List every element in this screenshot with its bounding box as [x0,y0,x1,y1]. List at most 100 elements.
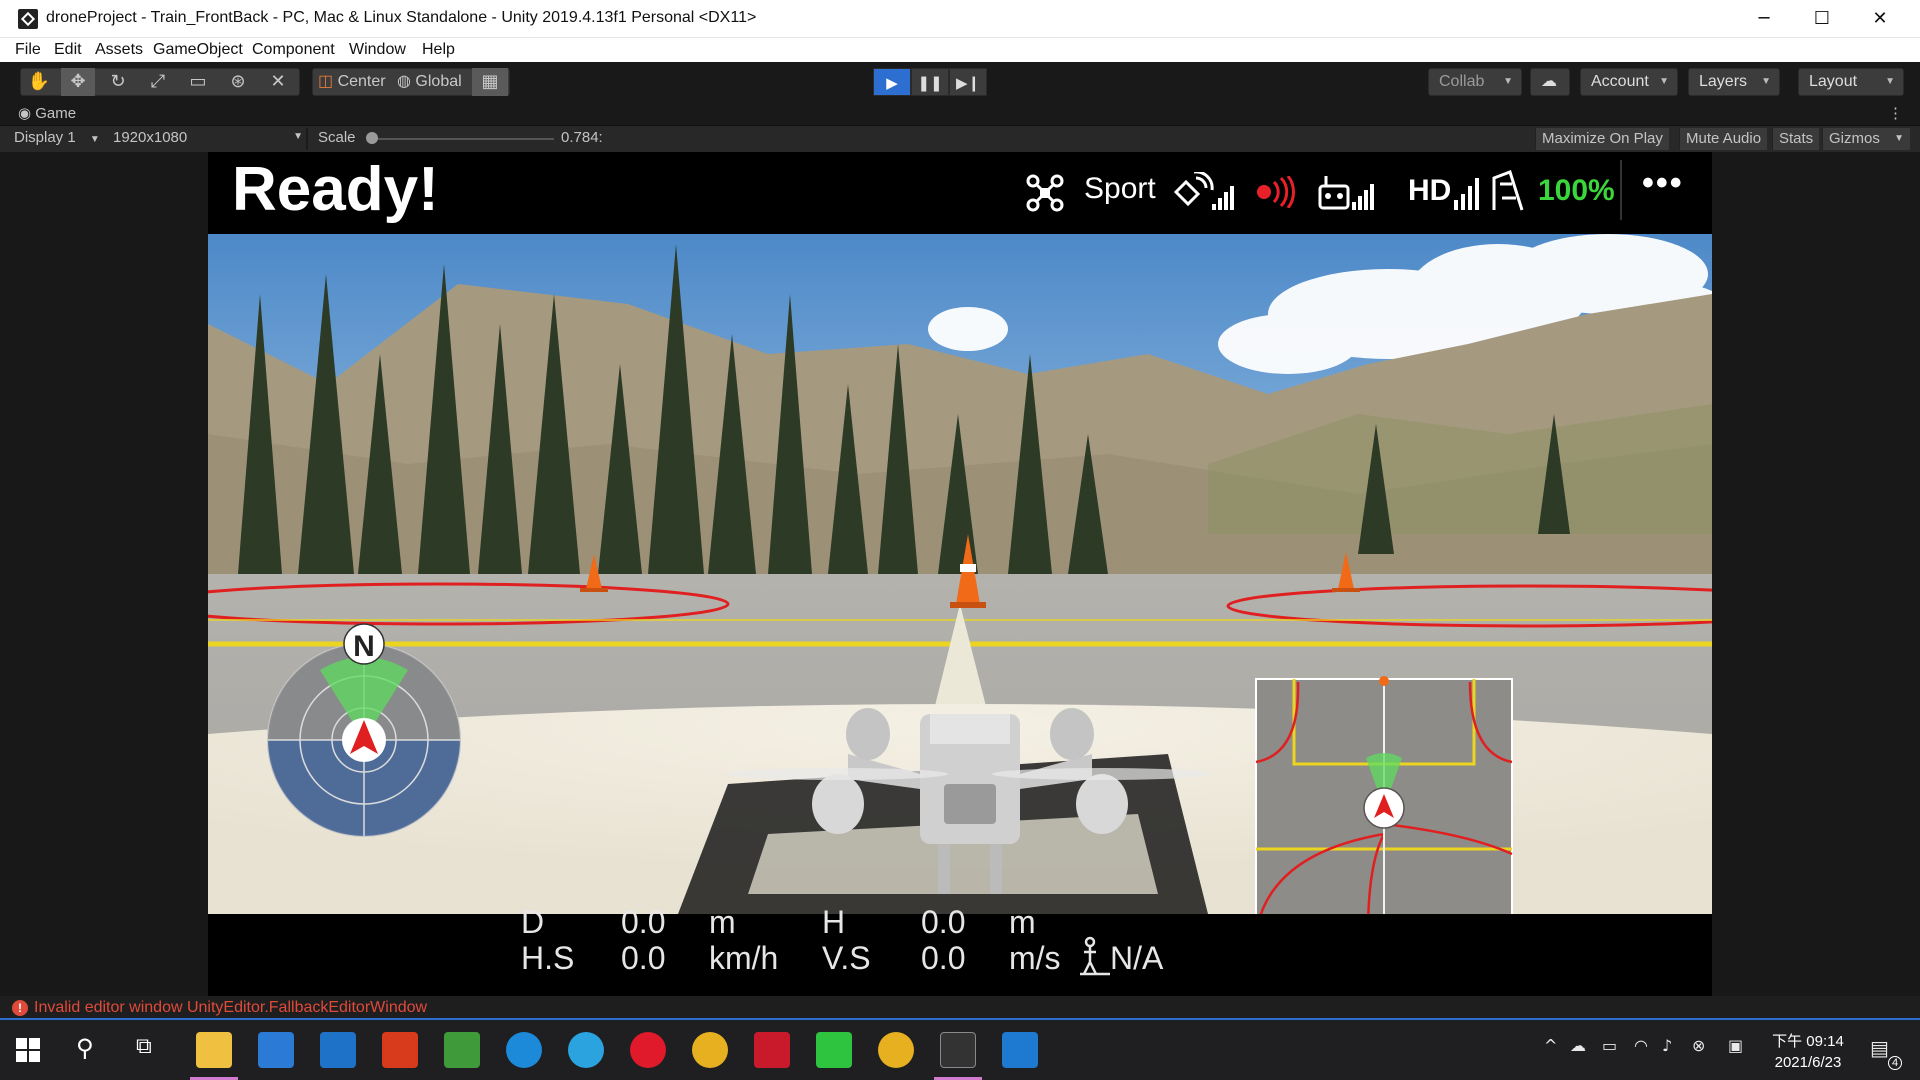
grid-snap-icon[interactable]: ▦ [472,68,508,96]
minimize-button[interactable]: ─ [1735,0,1793,38]
account-dropdown[interactable]: Account ▼ [1580,68,1678,96]
error-icon: ! [12,1000,28,1016]
console-status-bar[interactable]: ! Invalid editor window UnityEditor.Fall… [0,996,1920,1020]
play-button[interactable]: ▶ [873,68,911,96]
windows-start-icon[interactable] [16,1038,40,1062]
vision-positioning-value: N/A [1110,940,1164,976]
rect-tool-icon[interactable]: ▭ [181,68,215,96]
collab-dropdown[interactable]: Collab ▼ [1428,68,1522,96]
display-dropdown[interactable]: Display 1 ▼ [14,129,100,146]
disconnected-icon[interactable]: ⊗ [1692,1036,1705,1055]
scale-slider-track[interactable] [368,138,554,140]
input-method-icon[interactable]: ▣ [1728,1036,1743,1055]
spreadsheet-icon[interactable] [444,1032,480,1068]
notification-icon[interactable]: ▤ [1870,1036,1889,1060]
tray-chevron-icon[interactable]: ^ [1544,1036,1557,1055]
console-error-message[interactable]: Invalid editor window UnityEditor.Fallba… [34,999,427,1017]
divider [306,128,308,150]
office-icon[interactable] [382,1032,418,1068]
scale-slider-thumb[interactable] [366,132,378,144]
satellite-signal-icon [1173,172,1234,210]
edge-browser-icon[interactable] [506,1032,542,1068]
maximize-on-play-toggle[interactable]: Maximize On Play [1535,128,1669,150]
gizmos-label: Gizmos [1829,130,1880,147]
windows-taskbar: ⚲ ⧉ ^ ☁ ▭ ◠ ♪ ⊗ ▣ 下午 09:14 2021/6/23 ▤ 4 [0,1020,1920,1080]
move-tool-icon[interactable]: ✥ [61,68,95,96]
mail-icon[interactable] [320,1032,356,1068]
resolution-dropdown[interactable]: 1920x1080 ▼ [113,129,303,146]
maximize-button[interactable]: ☐ [1793,0,1851,38]
gizmos-dropdown[interactable]: Gizmos ▼ [1822,128,1910,150]
horizontal-speed-unit: km/h [709,940,779,976]
editor-toolbar: ✋ ✥ ↻ ⤢ ▭ ⊛ ✕ ◫ Center ◍ Global ▦ ▶ ❚❚ ▶… [0,62,1920,102]
hand-tool-icon[interactable]: ✋ [22,68,56,96]
pivot-center-button[interactable]: ◫ Center [314,68,388,96]
compass-north-label: N [353,630,375,663]
tab-menu-icon[interactable]: ⋮ [1888,104,1903,122]
wifi-icon[interactable]: ◠ [1634,1036,1648,1055]
transform-tool-icon[interactable]: ⊛ [221,68,255,96]
vscode-icon[interactable] [1002,1032,1038,1068]
signal-alert-icon [1257,176,1295,208]
pivot-label: Center [337,73,386,90]
globe-icon: ◍ [397,73,411,90]
clock-date[interactable]: 2021/6/23 [1768,1054,1848,1071]
vision-positioning-icon [1080,936,1110,976]
telegram-icon[interactable] [568,1032,604,1068]
clock-time[interactable]: 下午 09:14 [1768,1030,1848,1051]
menu-help[interactable]: Help [422,41,455,59]
mute-audio-toggle[interactable]: Mute Audio [1679,128,1768,150]
scale-tool-icon[interactable]: ⤢ [141,68,175,96]
flight-mode: Sport [1084,172,1156,205]
chrome-icon[interactable] [878,1032,914,1068]
hd-label: HD [1408,174,1452,207]
tab-game[interactable]: ◉ Game [18,104,76,122]
remote-controller-icon [1318,176,1374,210]
search-icon[interactable]: ⚲ [76,1034,94,1062]
scene-view: N [208,234,1712,914]
menu-assets[interactable]: Assets [95,41,143,59]
store-icon[interactable] [258,1032,294,1068]
custom-tool-icon[interactable]: ✕ [261,68,295,96]
stats-toggle[interactable]: Stats [1772,128,1820,150]
pause-button[interactable]: ❚❚ [911,68,949,96]
layout-label: Layout [1809,73,1858,90]
opera-icon[interactable] [630,1032,666,1068]
volume-icon[interactable]: ♪ [1662,1036,1672,1055]
menu-bar: File Edit Assets GameObject Component Wi… [0,38,1920,62]
task-view-icon[interactable]: ⧉ [136,1034,152,1059]
menu-edit[interactable]: Edit [54,41,82,59]
onedrive-icon[interactable]: ☁ [1570,1036,1586,1055]
account-label: Account [1591,73,1649,90]
cloud-button[interactable]: ☁ [1530,68,1570,96]
global-button[interactable]: ◍ Global [393,68,471,96]
game-render[interactable]: Ready! Sport HD 100% ••• N D 0.0 m H 0.0… [208,152,1712,996]
menu-gameobject[interactable]: GameObject [153,41,243,59]
chevron-down-icon: ▼ [1761,76,1771,87]
layers-dropdown[interactable]: Layers ▼ [1688,68,1780,96]
menu-component[interactable]: Component [252,41,335,59]
unity-taskbar-icon[interactable] [940,1032,976,1068]
menu-window[interactable]: Window [349,41,406,59]
close-button[interactable]: ✕ [1851,0,1909,38]
layout-dropdown[interactable]: Layout ▼ [1798,68,1904,96]
menu-file[interactable]: File [15,41,41,59]
rotate-tool-icon[interactable]: ↻ [101,68,135,96]
distance-value: 0.0 [621,904,666,940]
step-button[interactable]: ▶❙ [949,68,987,96]
minimap [1255,676,1513,914]
file-explorer-icon[interactable] [196,1032,232,1068]
garena-icon[interactable] [754,1032,790,1068]
line-app-icon[interactable] [816,1032,852,1068]
chevron-down-icon: ▼ [1894,133,1904,144]
battery-percent: 100% [1538,174,1615,207]
chevron-down-icon: ▼ [1659,76,1669,87]
cloud-icon: ☁ [1541,73,1557,90]
chrome-icon[interactable] [692,1032,728,1068]
battery-icon[interactable]: ▭ [1602,1036,1617,1055]
chevron-down-icon: ▼ [89,134,100,145]
vertical-speed-unit: m/s [1009,940,1061,976]
height-label: H [822,904,846,940]
chevron-down-icon: ▼ [293,131,303,142]
more-options-icon[interactable]: ••• [1642,164,1684,203]
